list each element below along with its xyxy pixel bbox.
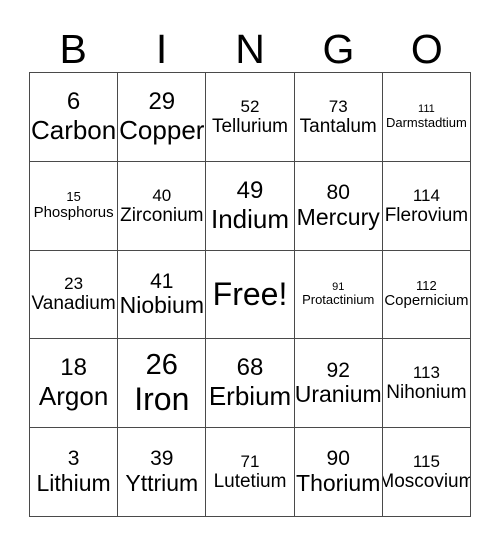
element-number: 18 — [60, 354, 87, 382]
bingo-row: 6 Carbon 29 Copper 52 Tellurium 73 Tantalum 111 D… — [30, 73, 472, 162]
element-number: 114 — [412, 185, 440, 205]
bingo-cell[interactable]: 15 Phosphorus — [30, 161, 119, 251]
header-letter-i: I — [155, 26, 168, 72]
element-number: 40 — [152, 185, 172, 205]
bingo-cell[interactable]: 49 Indium — [206, 161, 295, 251]
element-name: Erbium — [208, 381, 292, 412]
bingo-cell[interactable]: 112 Copernicium — [382, 250, 472, 340]
header-letter-o: O — [410, 26, 443, 72]
bingo-cell[interactable]: 113 Nihonium — [382, 339, 472, 429]
element-name: Tantalum — [299, 115, 377, 137]
element-name: Uranium — [294, 381, 382, 408]
bingo-row: 15 Phosphorus 40 Zirconium 49 Indium 80 Mercury… — [30, 161, 472, 251]
bingo-row: 18 Argon 26 Iron 68 Erbium 92 Uranium 113 Nihoniu… — [30, 339, 472, 429]
element-name: Flerovium — [384, 204, 469, 226]
element-name: Copernicium — [384, 292, 469, 310]
element-number: 112 — [416, 277, 437, 293]
bingo-grid: 6 Carbon 29 Copper 52 Tellurium 73 Tantalum 111 D… — [29, 72, 472, 517]
bingo-cell[interactable]: 29 Copper — [118, 73, 207, 162]
bingo-row: 3 Lithium 39 Yttrium 71 Lutetium 90 Thorium 115 M… — [30, 428, 472, 517]
element-name: Thorium — [296, 469, 381, 496]
element-name: Protactinium — [302, 292, 375, 308]
bingo-cell[interactable]: 39 Yttrium — [118, 428, 207, 517]
element-name: Carbon — [30, 114, 117, 145]
element-number: 29 — [148, 87, 176, 115]
element-number: 3 — [67, 447, 80, 471]
bingo-cell[interactable]: 41 Niobium — [118, 250, 207, 340]
element-number: 23 — [64, 274, 84, 294]
bingo-cell[interactable]: 40 Zirconium — [118, 161, 207, 251]
bingo-cell[interactable]: 71 Lutetium — [206, 428, 295, 517]
bingo-cell[interactable]: 52 Tellurium — [206, 73, 295, 162]
element-name: Iron — [134, 380, 190, 417]
bingo-cell-free[interactable]: Free! — [206, 250, 295, 340]
bingo-cell[interactable]: 3 Lithium — [30, 428, 119, 517]
element-name: Zirconium — [120, 204, 204, 226]
element-number: 6 — [66, 87, 81, 115]
element-number: 111 — [418, 103, 435, 116]
element-number: 115 — [412, 451, 440, 471]
bingo-cell[interactable]: 115 Moscovium — [382, 428, 472, 517]
element-name: Phosphorus — [33, 203, 114, 221]
bingo-header: B I N G O — [29, 10, 471, 72]
element-name: Darmstadtium — [385, 114, 467, 130]
element-name: Argon — [38, 381, 109, 412]
element-name: Lutetium — [213, 470, 287, 492]
element-number: 41 — [150, 269, 174, 293]
bingo-card: B I N G O 6 Carbon 29 Copper 52 Tellurium 73 Ta… — [29, 10, 472, 517]
element-number: 52 — [240, 96, 260, 116]
bingo-cell[interactable]: 68 Erbium — [206, 339, 295, 429]
element-number: 26 — [145, 349, 178, 382]
bingo-row: 23 Vanadium 41 Niobium Free! 91 Protactinium 11… — [30, 250, 472, 340]
element-number: 68 — [236, 354, 264, 382]
header-letter-n: N — [235, 26, 265, 72]
bingo-cell[interactable]: 26 Iron — [118, 339, 207, 429]
element-number: 49 — [236, 176, 264, 204]
element-name: Vanadium — [31, 293, 116, 315]
element-name: Indium — [210, 203, 290, 234]
element-number: 73 — [328, 96, 348, 116]
header-letter-b: B — [59, 26, 87, 72]
element-number: 39 — [150, 447, 174, 471]
element-name: Niobium — [119, 292, 204, 319]
bingo-cell[interactable]: 90 Thorium — [294, 428, 383, 517]
element-name: Copper — [119, 114, 205, 145]
bingo-cell[interactable]: 18 Argon — [30, 339, 119, 429]
element-name: Lithium — [36, 469, 111, 496]
element-name: Mercury — [296, 203, 380, 230]
element-number: 90 — [326, 447, 350, 471]
element-number: 113 — [412, 363, 440, 383]
header-letter-g: G — [322, 26, 355, 72]
bingo-cell[interactable]: 92 Uranium — [294, 339, 383, 429]
element-number: 80 — [326, 181, 350, 205]
element-number: 92 — [326, 358, 350, 382]
element-name: Tellurium — [211, 115, 289, 137]
free-label: Free! — [212, 276, 288, 313]
bingo-cell[interactable]: 111 Darmstadtium — [382, 73, 472, 162]
bingo-cell[interactable]: 80 Mercury — [294, 161, 383, 251]
bingo-cell[interactable]: 6 Carbon — [30, 73, 119, 162]
element-number: 71 — [240, 451, 260, 471]
bingo-cell[interactable]: 91 Protactinium — [294, 250, 383, 340]
bingo-cell[interactable]: 73 Tantalum — [294, 73, 383, 162]
element-name: Moscovium — [382, 470, 472, 492]
element-name: Yttrium — [125, 469, 199, 496]
element-name: Nihonium — [386, 382, 467, 404]
element-number: 15 — [66, 189, 81, 205]
bingo-cell[interactable]: 114 Flerovium — [382, 161, 472, 251]
bingo-cell[interactable]: 23 Vanadium — [30, 250, 119, 340]
